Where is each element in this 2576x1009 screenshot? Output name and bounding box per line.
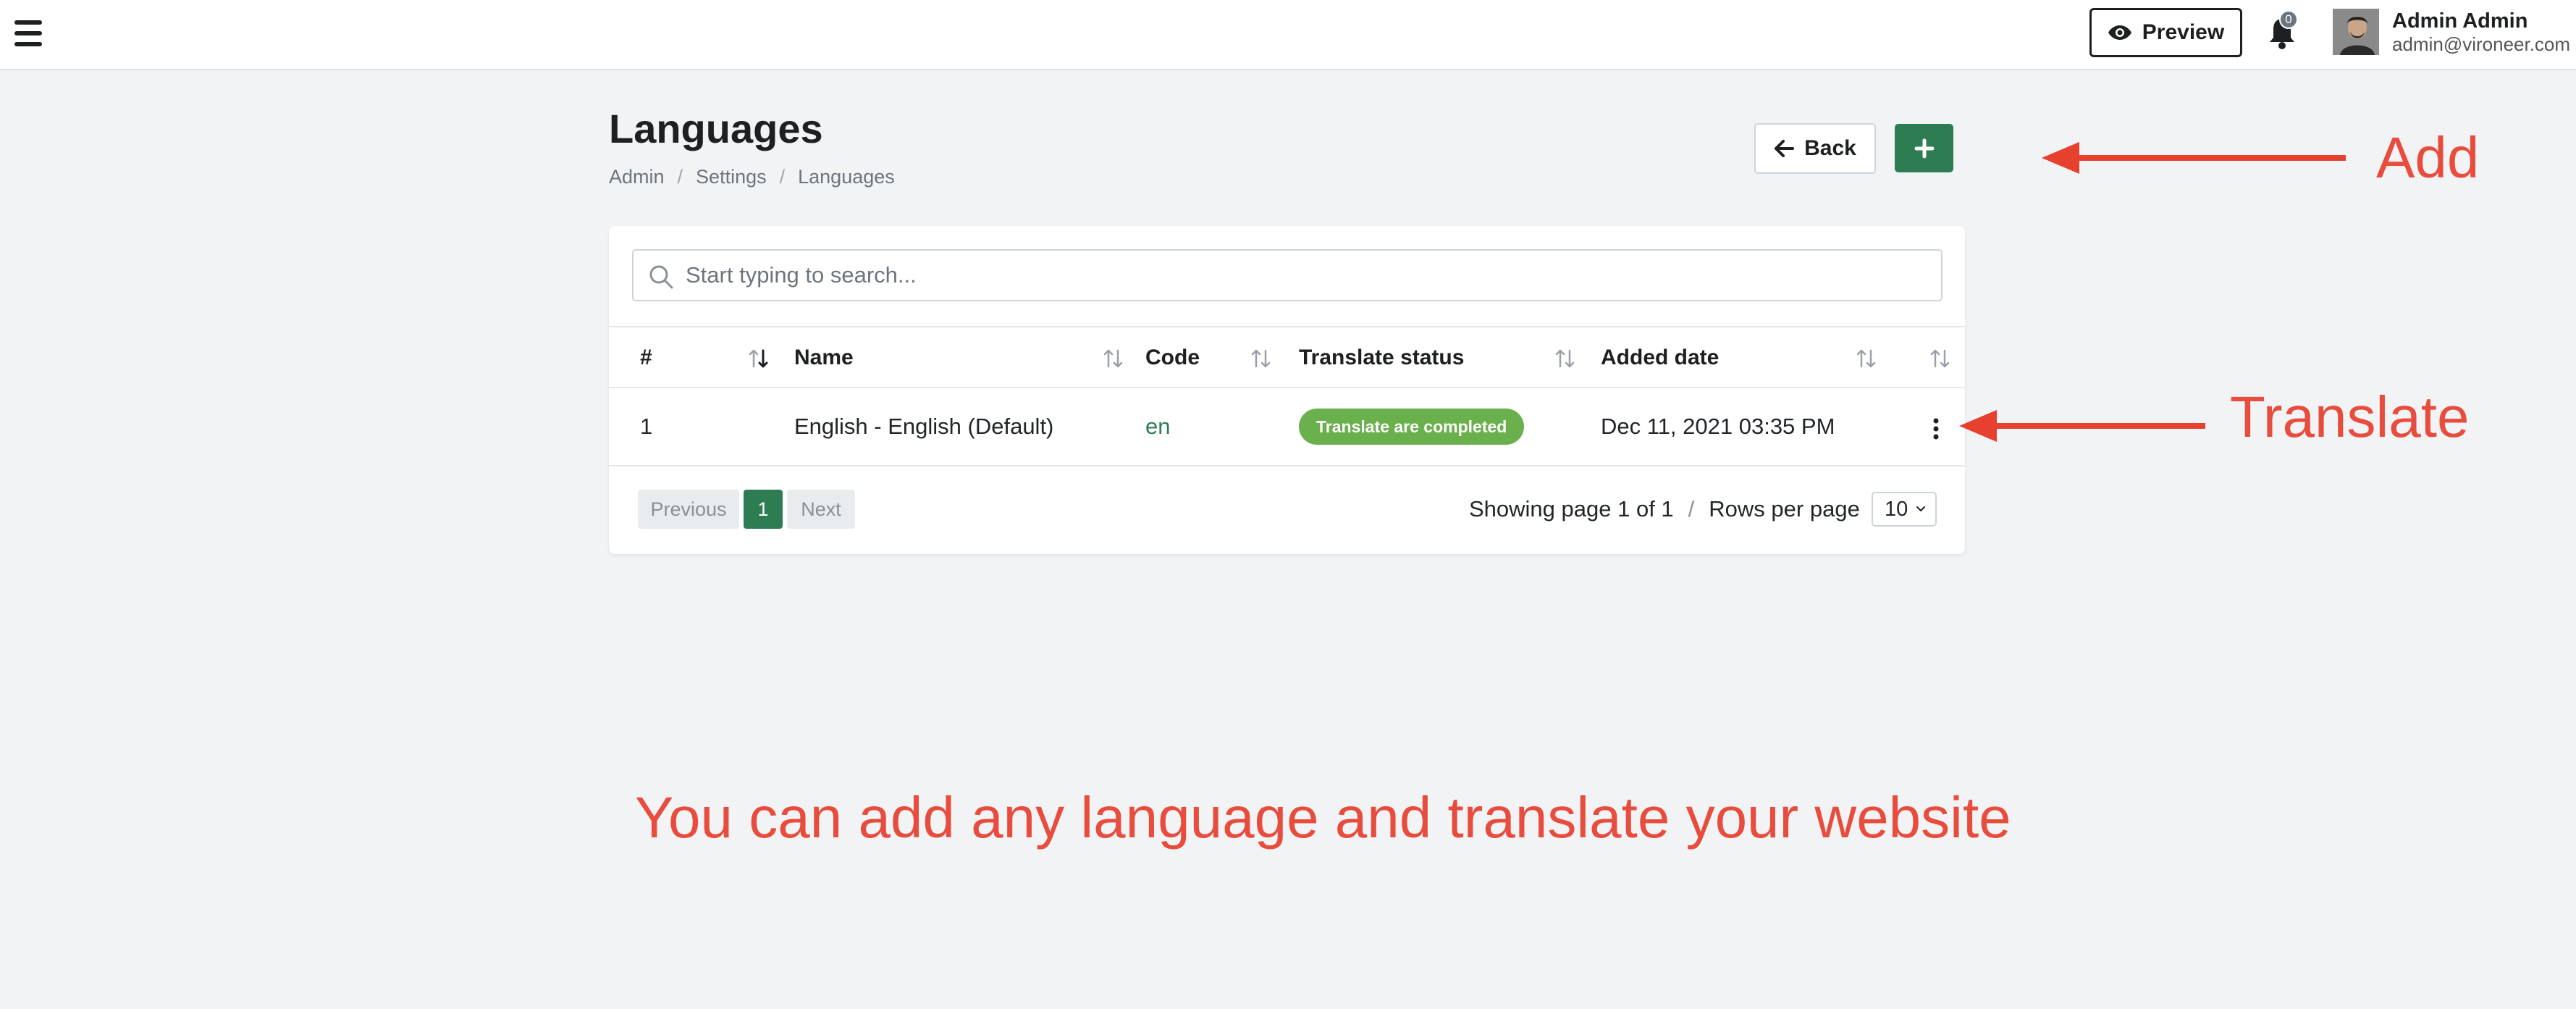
page-title: Languages [609, 106, 823, 151]
breadcrumb-separator: / [779, 166, 786, 188]
more-options-icon[interactable] [1925, 416, 1947, 442]
row-status-cell: Translate are completed [1299, 388, 1525, 465]
sort-icon[interactable] [1249, 346, 1274, 371]
sort-desc-icon[interactable] [746, 346, 771, 371]
row-added-date: Dec 11, 2021 03:35 PM [1601, 414, 1835, 439]
annotation-arrow-translate [1959, 410, 2205, 442]
current-page-button[interactable]: 1 [744, 490, 783, 529]
row-name: English - English (Default) [794, 414, 1054, 439]
search-input[interactable] [686, 251, 1931, 300]
sort-icon[interactable] [1553, 346, 1578, 371]
rows-per-page-value: 10 [1885, 497, 1908, 521]
menu-icon-bar [14, 31, 42, 35]
arrow-left-icon [1775, 140, 1795, 157]
sort-icon[interactable] [1854, 346, 1879, 371]
annotation-caption: You can add any language and translate y… [635, 785, 2011, 850]
menu-icon-bar [14, 20, 42, 25]
back-button[interactable]: Back [1754, 123, 1876, 174]
column-header-added-date[interactable]: Added date [1601, 327, 1719, 388]
avatar-image [2333, 9, 2379, 55]
annotation-translate: Translate [2230, 385, 2470, 449]
column-header-number[interactable]: # [640, 327, 652, 388]
column-header-code[interactable]: Code [1145, 327, 1200, 388]
pagination: Previous 1 Next [638, 490, 855, 529]
previous-page-button[interactable]: Previous [638, 490, 739, 529]
user-email: admin@vironeer.com [2392, 33, 2571, 55]
annotation-arrow-add [2042, 142, 2346, 174]
column-header-translate-status[interactable]: Translate status [1299, 327, 1464, 388]
notification-badge: 0 [2279, 10, 2298, 29]
next-page-button[interactable]: Next [787, 490, 855, 529]
sort-icon[interactable] [1928, 346, 1953, 371]
rows-per-page-label: Rows per page [1709, 496, 1860, 522]
table-row: 1 English - English (Default) en Transla… [609, 388, 1965, 466]
eye-icon [2108, 25, 2131, 40]
menu-icon[interactable] [14, 20, 42, 46]
status-badge: Translate are completed [1299, 409, 1525, 445]
pagination-separator: / [1688, 496, 1695, 522]
sort-icon[interactable] [1101, 346, 1126, 371]
languages-card: # Name Code Translate status Added date [609, 226, 1965, 554]
menu-icon-bar [14, 42, 42, 46]
showing-page-text: Showing page 1 of 1 [1469, 496, 1674, 522]
breadcrumb-item-languages: Languages [798, 166, 895, 188]
preview-label: Preview [2142, 20, 2225, 44]
table-header: # Name Code Translate status Added date [609, 326, 1965, 388]
row-id: 1 [640, 414, 653, 439]
row-code: en [1145, 414, 1171, 439]
search-box [632, 249, 1942, 301]
avatar[interactable] [2333, 9, 2379, 55]
search-icon [649, 265, 673, 289]
column-header-name[interactable]: Name [794, 327, 854, 388]
annotation-add: Add [2376, 125, 2480, 190]
breadcrumb: Admin / Settings / Languages [609, 166, 895, 188]
add-language-button[interactable] [1895, 124, 1953, 172]
rows-per-page-select[interactable]: 10 [1872, 492, 1937, 527]
user-name: Admin Admin [2392, 9, 2528, 33]
breadcrumb-item-admin[interactable]: Admin [609, 166, 665, 188]
back-label: Back [1804, 136, 1856, 160]
breadcrumb-item-settings[interactable]: Settings [696, 166, 767, 188]
chevron-down-icon [1916, 506, 1925, 511]
pagination-info: Showing page 1 of 1 / Rows per page [1469, 490, 1860, 529]
plus-icon [1914, 138, 1934, 158]
breadcrumb-separator: / [677, 166, 683, 188]
top-navbar: Preview 0 Admin Admin admin@vironeer.com [0, 0, 2576, 70]
preview-button[interactable]: Preview [2089, 8, 2242, 57]
